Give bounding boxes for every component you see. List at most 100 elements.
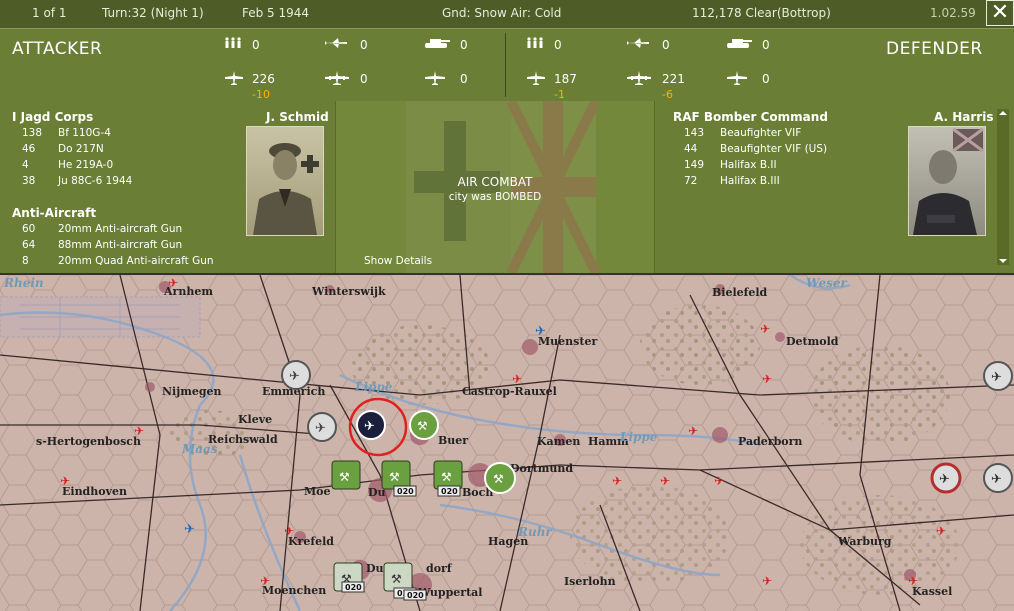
fighter-icon: ✈ <box>289 369 300 384</box>
defender-infantry-stat: 0 <box>526 37 586 67</box>
details-scrollbar[interactable] <box>997 109 1009 265</box>
counter-value: 020 <box>407 591 424 600</box>
airfield-icon: ✈ <box>612 474 622 488</box>
tank-icon <box>425 39 450 48</box>
city-label: Iserlohn <box>564 575 616 588</box>
airfield-icon: ✈ <box>908 574 918 588</box>
summary-divider <box>505 33 506 97</box>
aa-gun-icon: ⚒ <box>493 472 504 486</box>
counter-value: 020 <box>397 487 414 496</box>
recon-plane-icon <box>425 71 445 85</box>
city-label: Moenchen <box>262 584 326 597</box>
city-label: Warburg <box>837 535 892 548</box>
aa-gun-icon: ⚒ <box>391 572 402 586</box>
attacker-fighter-bomber-stat: 0 <box>324 37 384 67</box>
combat-summary: ATTACKER DEFENDER 0 0 0 226 -10 0 0 0 0 … <box>0 28 1014 102</box>
list-item: 72 Halifax B.III <box>684 175 780 187</box>
fighter-icon: ✈ <box>991 370 1002 385</box>
city-label: Moe <box>304 485 331 498</box>
city-label: dorf <box>426 562 453 575</box>
defender-panel: RAF Bomber Command A. Harris 143 Beaufigh… <box>654 101 1014 273</box>
scrollbar-arrows <box>999 111 1007 263</box>
german-air-unit[interactable]: ✈ <box>281 360 311 390</box>
british-air-unit[interactable]: ✈ <box>930 462 962 494</box>
bomber-icon <box>325 71 349 85</box>
german-air-unit[interactable]: ✈ <box>307 412 337 442</box>
allied-airfield-icon: ✈ <box>535 324 546 339</box>
attacker-bomber-stat: 0 <box>324 71 384 101</box>
defender-recon-stat: 0 <box>726 71 786 101</box>
city-label: Buer <box>438 434 468 447</box>
airfield-icon: ✈ <box>168 276 178 290</box>
map-canvas[interactable]: Arnhem Winterswijk BielefeldMuenster Detmol… <box>0 275 1014 611</box>
river-label: Rhein <box>3 276 44 290</box>
list-item: 38 Ju 88C-6 1944 <box>22 175 133 187</box>
city-label: Paderborn <box>738 435 802 448</box>
aa-counter[interactable]: ⚒ <box>433 460 463 490</box>
bomber-icon <box>627 71 651 85</box>
fighter-icon <box>225 71 243 85</box>
bomber-icon: ✈ <box>364 419 375 434</box>
airfield-icon: ✈ <box>260 574 270 588</box>
river-label: Maas <box>181 442 218 456</box>
city-label: Nijmegen <box>162 385 222 398</box>
allied-airfield-icon: ✈ <box>184 522 195 537</box>
page-indicator: 1 of 1 <box>32 6 67 20</box>
combat-title: AIR COMBAT <box>457 175 533 189</box>
turn-indicator: Turn:32 (Night 1) <box>102 6 204 20</box>
defender-fighter-bomber-stat: 0 <box>626 37 686 67</box>
city-label: Bielefeld <box>712 286 768 299</box>
attacker-infantry-stat: 0 <box>224 37 284 67</box>
city-label: Castrop-Rauxel <box>462 385 557 398</box>
attacker-commander-portrait <box>246 126 324 236</box>
list-item: 138 Bf 110G-4 <box>22 127 111 139</box>
infantry-icon <box>527 37 543 48</box>
version-label: 1.02.59 <box>930 6 976 20</box>
fighter-icon <box>527 71 545 85</box>
list-item: 60 20mm Anti-aircraft Gun <box>22 223 183 235</box>
attacker-commander-name: J. Schmid <box>266 110 329 124</box>
date-indicator: Feb 5 1944 <box>242 6 310 20</box>
defender-commander-portrait <box>908 126 986 236</box>
weather-indicator: Gnd: Snow Air: Cold <box>442 6 562 20</box>
aa-counter[interactable]: ⚒ <box>381 460 411 490</box>
list-item: 46 Do 217N <box>22 143 104 155</box>
aa-gun-icon: ⚒ <box>389 470 400 484</box>
attacker-fighter-stat: 226 -10 <box>224 71 284 101</box>
airfield-icon: ✈ <box>762 372 772 386</box>
river-label: Ruhr <box>517 525 553 539</box>
aa-gun-icon: ⚒ <box>441 470 452 484</box>
airfield-icon: ✈ <box>60 474 70 488</box>
city-label: s-Hertogenbosch <box>36 435 141 448</box>
british-air-unit[interactable]: ✈ <box>983 361 1013 391</box>
list-item: 8 20mm Quad Anti-aircraft Gun <box>22 255 214 265</box>
close-button[interactable]: ✕ <box>986 0 1014 26</box>
city-label: Eindhoven <box>62 485 127 498</box>
combat-result-panel: AIR COMBAT city was BOMBED Show Details <box>335 101 655 273</box>
list-item: 64 88mm Anti-aircraft Gun <box>22 239 183 251</box>
aa-counter[interactable]: ⚒ <box>331 460 361 490</box>
airfield-icon: ✈ <box>714 474 724 488</box>
city-label: Detmold <box>786 335 839 348</box>
german-aa-unit[interactable]: ⚒ <box>409 410 439 440</box>
defender-commander-name: A. Harris <box>934 110 994 124</box>
british-air-unit[interactable]: ✈ <box>983 463 1013 493</box>
city-label: Krefeld <box>288 535 334 548</box>
defender-bomber-stat: 221 -6 <box>626 71 686 101</box>
scroll-down-icon <box>999 259 1007 263</box>
tank-icon <box>727 39 752 48</box>
fighter-bomber-icon <box>627 38 649 48</box>
combat-details: I Jagd Corps J. Schmid 138 Bf 110G-4 46 Do… <box>0 101 1014 275</box>
attacker-panel: I Jagd Corps J. Schmid 138 Bf 110G-4 46 Do… <box>0 101 335 273</box>
hex-map[interactable]: Arnhem Winterswijk Bielefeld Muenster Detmol… <box>0 275 1014 611</box>
aa-counter[interactable]: ⚒ <box>383 562 413 592</box>
attacker-recon-stat: 0 <box>424 71 484 101</box>
german-aa-unit[interactable]: ⚒ <box>484 462 516 494</box>
fighter-icon: ✈ <box>991 472 1002 487</box>
show-details-link[interactable]: Show Details <box>364 255 432 267</box>
aa-gun-icon: ⚒ <box>417 419 428 433</box>
defender-formation: RAF Bomber Command <box>673 110 828 124</box>
attacker-formation: I Jagd Corps <box>12 110 94 124</box>
river-label: Lippe <box>619 430 658 444</box>
city-label: Kleve <box>238 413 272 426</box>
